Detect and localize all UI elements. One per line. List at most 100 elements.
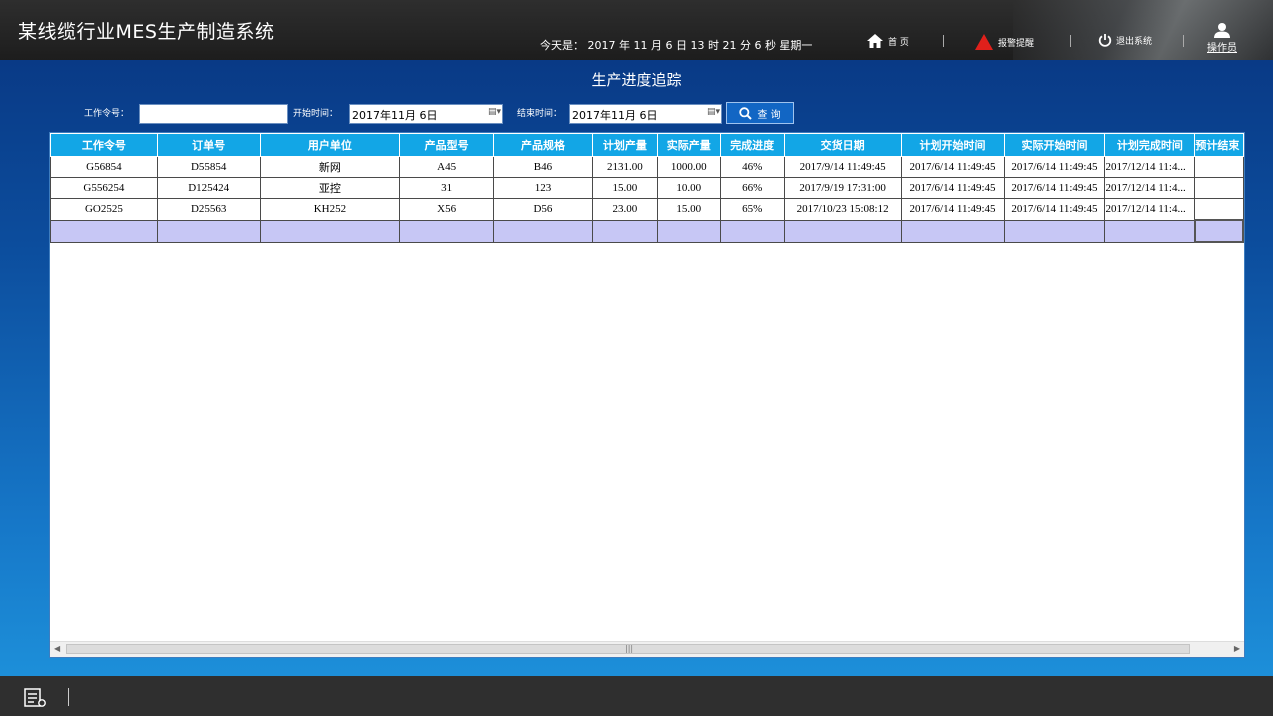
work-order-label: 工作令号： <box>84 109 130 119</box>
table-cell[interactable]: 2017/12/14 11:4... <box>1104 177 1196 199</box>
table-cell[interactable]: D125424 <box>156 177 261 199</box>
table-header-row: 工作令号 订单号 用户单位 产品型号 产品规格 计划产量 实际产量 完成进度 交… <box>50 133 1244 157</box>
table-cell[interactable] <box>156 219 261 243</box>
table-row[interactable]: G556254 D125424 亚控 31 123 15.00 10.00 66… <box>50 177 1244 199</box>
table-cell[interactable]: G56854 <box>50 156 158 178</box>
table-cell[interactable] <box>1104 219 1196 243</box>
table-cell[interactable]: 46% <box>719 156 785 178</box>
table-cell[interactable]: 31 <box>399 177 495 199</box>
column-header[interactable]: 工作令号 <box>50 133 158 157</box>
home-icon <box>867 34 883 48</box>
table-cell[interactable]: D55854 <box>156 156 261 178</box>
list-settings-icon[interactable] <box>24 688 48 708</box>
table-cell[interactable] <box>719 219 785 243</box>
table-cell[interactable]: 2017/6/14 11:49:45 <box>900 198 1005 221</box>
exit-label: 退出系统 <box>1116 36 1153 47</box>
table-cell[interactable]: 亚控 <box>259 177 401 199</box>
alarm-label: 报警提醒 <box>998 38 1035 49</box>
status-bar <box>0 676 1273 716</box>
table-row[interactable]: G56854 D55854 新网 A45 B46 2131.00 1000.00… <box>50 156 1244 178</box>
column-header[interactable]: 计划开始时间 <box>900 133 1005 157</box>
column-header[interactable]: 计划完成时间 <box>1104 133 1196 157</box>
column-header[interactable]: 实际产量 <box>656 133 721 157</box>
current-datetime: 今天是： 2017 年 11 月 6 日 13 时 21 分 6 秒 星期一 <box>540 39 813 52</box>
table-cell[interactable] <box>259 219 401 243</box>
nav-separator <box>943 35 944 47</box>
calendar-dropdown-icon[interactable]: ▤▾ <box>707 107 720 117</box>
new-row[interactable] <box>50 219 1244 243</box>
table-cell[interactable]: 66% <box>719 177 785 199</box>
column-header[interactable]: 预计结束 <box>1194 133 1244 157</box>
table-cell[interactable] <box>399 219 495 243</box>
table-cell[interactable] <box>1194 198 1244 221</box>
table-cell[interactable] <box>493 219 593 243</box>
table-cell[interactable] <box>50 219 158 243</box>
table-cell[interactable]: G556254 <box>50 177 158 199</box>
app-title: 某线缆行业MES生产制造系统 <box>18 21 275 43</box>
column-header[interactable]: 完成进度 <box>719 133 785 157</box>
table-cell[interactable]: 2017/9/19 17:31:00 <box>783 177 902 199</box>
end-date-picker[interactable]: 2017年11月 6日 ▤▾ <box>569 104 722 124</box>
scroll-right-arrow-icon[interactable]: ▶ <box>1234 644 1240 653</box>
end-time-label: 结束时间： <box>517 109 563 119</box>
column-header[interactable]: 实际开始时间 <box>1003 133 1106 157</box>
table-cell[interactable]: 10.00 <box>656 177 721 199</box>
user-link[interactable]: 操作员 <box>1207 22 1237 54</box>
table-cell[interactable] <box>656 219 721 243</box>
top-bar: 某线缆行业MES生产制造系统 今天是： 2017 年 11 月 6 日 13 时… <box>0 0 1273 60</box>
table-cell[interactable]: 15.00 <box>591 177 658 199</box>
table-cell[interactable] <box>900 219 1005 243</box>
home-link[interactable]: 首 页 <box>866 33 909 49</box>
work-order-input[interactable] <box>139 104 288 124</box>
table-cell[interactable]: GO2525 <box>50 198 158 221</box>
table-cell[interactable]: 2017/6/14 11:49:45 <box>900 177 1005 199</box>
table-cell[interactable]: 2017/12/14 11:4... <box>1104 156 1196 178</box>
search-icon <box>739 106 753 120</box>
table-cell[interactable]: D56 <box>493 198 593 221</box>
column-header[interactable]: 订单号 <box>156 133 261 157</box>
table-cell[interactable]: 2017/6/14 11:49:45 <box>1003 156 1106 178</box>
query-button[interactable]: 查 询 <box>726 102 794 124</box>
query-label: 查 询 <box>757 109 781 121</box>
table-row[interactable]: GO2525 D25563 KH252 X56 D56 23.00 15.00 … <box>50 198 1244 221</box>
table-cell[interactable]: 65% <box>719 198 785 221</box>
table-cell[interactable] <box>1194 156 1244 178</box>
horizontal-scrollbar[interactable]: ◀ ||| ▶ <box>50 641 1244 657</box>
table-cell[interactable]: A45 <box>399 156 495 178</box>
table-cell[interactable]: KH252 <box>259 198 401 221</box>
column-header[interactable]: 产品规格 <box>493 133 593 157</box>
table-cell[interactable]: 2131.00 <box>591 156 658 178</box>
calendar-dropdown-icon[interactable]: ▤▾ <box>488 107 501 117</box>
table-cell[interactable]: 1000.00 <box>656 156 721 178</box>
table-cell[interactable] <box>591 219 658 243</box>
alarm-link[interactable]: 报警提醒 <box>974 33 1034 51</box>
table-cell[interactable]: 2017/12/14 11:4... <box>1104 198 1196 221</box>
column-header[interactable]: 用户单位 <box>259 133 401 157</box>
table-cell[interactable]: D25563 <box>156 198 261 221</box>
start-time-label: 开始时间： <box>293 109 339 119</box>
table-cell[interactable] <box>1193 219 1244 243</box>
scroll-left-arrow-icon[interactable]: ◀ <box>54 644 60 653</box>
table-cell[interactable]: 新网 <box>259 156 401 178</box>
column-header[interactable]: 产品型号 <box>399 133 495 157</box>
table-cell[interactable]: 15.00 <box>656 198 721 221</box>
column-header[interactable]: 计划产量 <box>591 133 658 157</box>
table-cell[interactable] <box>1194 177 1244 199</box>
exit-link[interactable]: 退出系统 <box>1098 33 1152 47</box>
table-cell[interactable] <box>783 219 902 243</box>
table-cell[interactable]: B46 <box>493 156 593 178</box>
scrollbar-grip-icon: ||| <box>625 644 634 653</box>
column-header[interactable]: 交货日期 <box>783 133 902 157</box>
table-cell[interactable]: 2017/6/14 11:49:45 <box>1003 198 1106 221</box>
table-cell[interactable]: 2017/6/14 11:49:45 <box>1003 177 1106 199</box>
table-cell[interactable] <box>1003 219 1106 243</box>
table-cell[interactable]: 123 <box>493 177 593 199</box>
table-cell[interactable]: 2017/9/14 11:49:45 <box>783 156 902 178</box>
table-cell[interactable]: 2017/6/14 11:49:45 <box>900 156 1005 178</box>
table-cell[interactable]: 2017/10/23 15:08:12 <box>783 198 902 221</box>
status-separator <box>68 688 69 706</box>
start-date-picker[interactable]: 2017年11月 6日 ▤▾ <box>349 104 503 124</box>
main-area: 生产进度追踪 工作令号： 开始时间： 2017年11月 6日 ▤▾ 结束时间： … <box>0 60 1273 676</box>
table-cell[interactable]: 23.00 <box>591 198 658 221</box>
table-cell[interactable]: X56 <box>399 198 495 221</box>
